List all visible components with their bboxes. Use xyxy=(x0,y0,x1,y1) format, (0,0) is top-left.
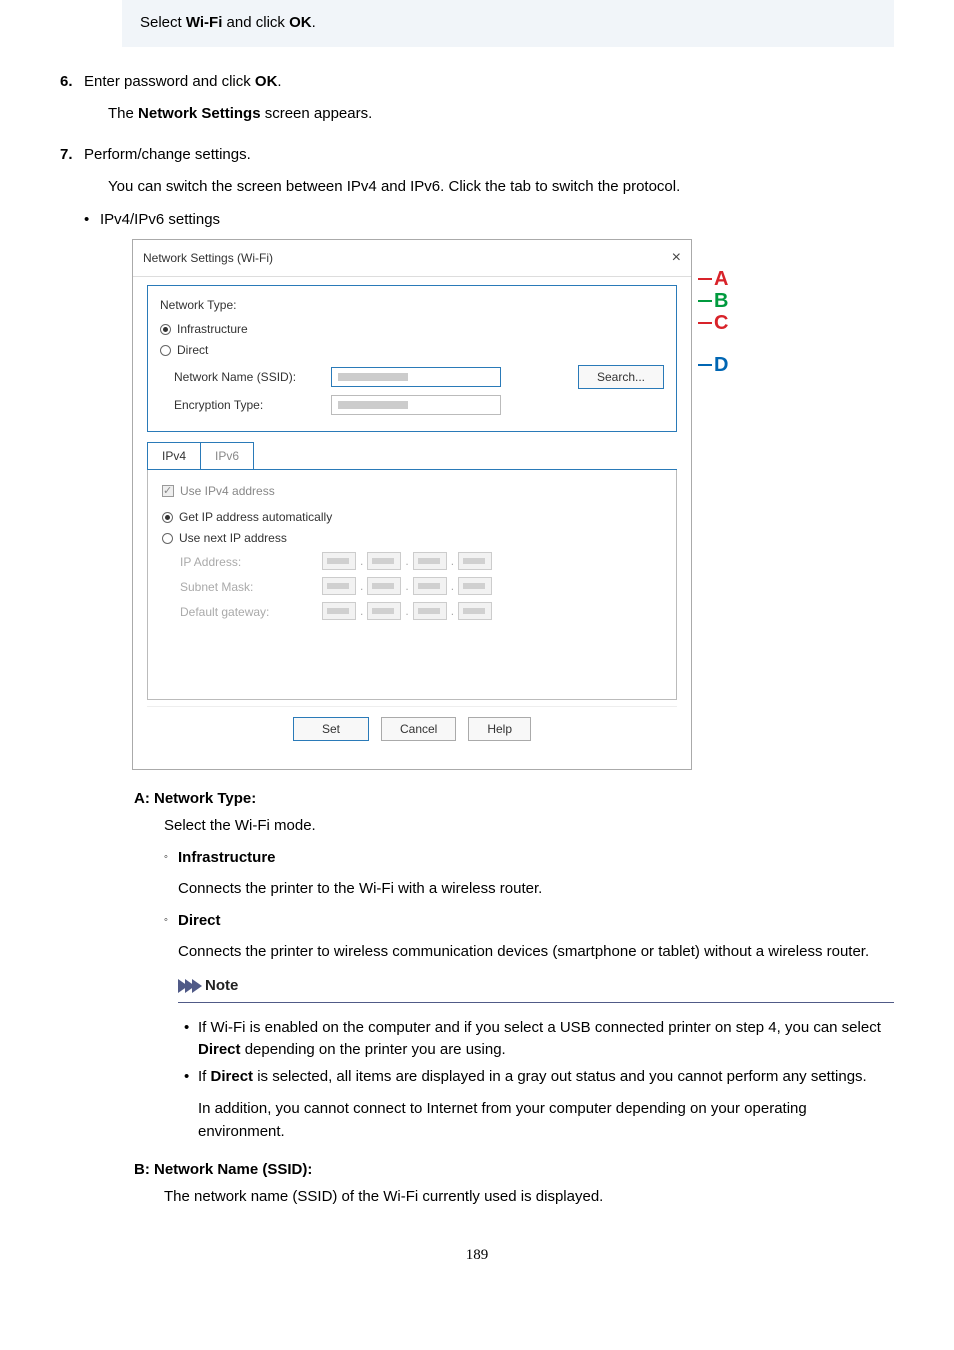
info-text: Select Wi-Fi and click OK. xyxy=(140,14,316,31)
tab-panel: Use IPv4 address Get IP address automati… xyxy=(147,470,677,700)
ip-address-label: IP Address: xyxy=(180,553,310,571)
step-7-title: Perform/change settings. xyxy=(84,144,894,167)
tab-ipv4[interactable]: IPv4 xyxy=(147,442,200,469)
dialog-footer: Set Cancel Help xyxy=(147,706,677,755)
use-ipv4-checkbox[interactable]: Use IPv4 address xyxy=(162,482,662,500)
direct-label: Direct xyxy=(178,910,221,933)
step-6-num: 6. xyxy=(60,71,84,136)
network-type-label: Network Type: xyxy=(160,296,664,314)
marker-a: A xyxy=(714,269,728,289)
desc-a-title: A: Network Type: xyxy=(134,788,894,811)
dialog-titlebar: Network Settings (Wi-Fi) × xyxy=(133,240,691,277)
bullet-dot-icon: • xyxy=(184,1017,198,1062)
checkbox-icon xyxy=(162,485,174,497)
step-6-body: The Network Settings screen appears. xyxy=(108,103,894,126)
network-type-fieldset: Network Type: Infrastructure Direct Netw… xyxy=(147,285,677,432)
radio-infra-label: Infrastructure xyxy=(177,320,248,338)
desc-b: B: Network Name (SSID): The network name… xyxy=(134,1159,894,1208)
step-6-title: Enter password and click OK. xyxy=(84,71,894,94)
ring-bullet-icon: ◦ xyxy=(164,910,178,933)
info-box: Select Wi-Fi and click OK. xyxy=(122,0,894,47)
radio-next-ip[interactable]: Use next IP address xyxy=(162,529,662,547)
radio-direct[interactable]: Direct xyxy=(160,341,664,359)
note-header-text: Note xyxy=(205,975,238,998)
callout-markers: A B C D xyxy=(698,239,728,375)
radio-auto-label: Get IP address automatically xyxy=(179,508,332,526)
gateway-label: Default gateway: xyxy=(180,603,310,621)
step-6: 6. Enter password and click OK. The Netw… xyxy=(60,71,894,136)
bullet-dot-icon: • xyxy=(84,209,100,232)
gateway-field: ... xyxy=(322,602,492,622)
use-ipv4-label: Use IPv4 address xyxy=(180,482,275,500)
desc-a-intro: Select the Wi-Fi mode. xyxy=(164,815,894,838)
direct-text: Connects the printer to wireless communi… xyxy=(178,941,894,964)
radio-auto-ip[interactable]: Get IP address automatically xyxy=(162,508,662,526)
network-settings-dialog: Network Settings (Wi-Fi) × Network Type:… xyxy=(132,239,692,770)
ip-address-field: ... xyxy=(322,552,492,572)
set-button[interactable]: Set xyxy=(293,717,369,741)
desc-b-text: The network name (SSID) of the Wi-Fi cur… xyxy=(164,1186,894,1209)
desc-b-title: B: Network Name (SSID): xyxy=(134,1159,894,1182)
bullet-dot-icon: • xyxy=(184,1066,198,1089)
radio-icon xyxy=(160,324,171,335)
dialog-screenshot: Network Settings (Wi-Fi) × Network Type:… xyxy=(132,239,894,770)
radio-icon xyxy=(160,345,171,356)
ssid-input[interactable] xyxy=(331,367,501,387)
step-7-intro: You can switch the screen between IPv4 a… xyxy=(108,176,894,199)
subnet-label: Subnet Mask: xyxy=(180,578,310,596)
close-icon[interactable]: × xyxy=(672,246,681,270)
cancel-button[interactable]: Cancel xyxy=(381,717,456,741)
note-box: Note • If Wi-Fi is enabled on the comput… xyxy=(178,975,894,1153)
infra-text: Connects the printer to the Wi-Fi with a… xyxy=(178,878,894,901)
radio-icon xyxy=(162,512,173,523)
protocol-tabs: IPv4 IPv6 xyxy=(147,442,677,470)
step-7: 7. Perform/change settings. You can swit… xyxy=(60,144,894,1215)
enc-input xyxy=(331,395,501,415)
chevron-icon xyxy=(178,979,199,993)
page-number: 189 xyxy=(60,1244,894,1267)
ring-bullet-icon: ◦ xyxy=(164,847,178,870)
marker-c: C xyxy=(714,313,728,333)
subnet-field: ... xyxy=(322,577,492,597)
step-7-bullet: • IPv4/IPv6 settings xyxy=(84,209,894,232)
enc-label: Encryption Type: xyxy=(174,396,319,414)
step-7-num: 7. xyxy=(60,144,84,1215)
infra-label: Infrastructure xyxy=(178,847,276,870)
step-7-bullet-label: IPv4/IPv6 settings xyxy=(100,209,220,232)
desc-a: A: Network Type: Select the Wi-Fi mode. … xyxy=(134,788,894,1153)
help-button[interactable]: Help xyxy=(468,717,531,741)
search-button[interactable]: Search... xyxy=(578,365,664,389)
radio-next-label: Use next IP address xyxy=(179,529,287,547)
dialog-title: Network Settings (Wi-Fi) xyxy=(143,249,273,267)
marker-b: B xyxy=(714,291,728,311)
ssid-label: Network Name (SSID): xyxy=(174,368,319,386)
radio-direct-label: Direct xyxy=(177,341,208,359)
note-1: If Wi-Fi is enabled on the computer and … xyxy=(198,1017,888,1062)
radio-icon xyxy=(162,533,173,544)
marker-d: D xyxy=(714,355,728,375)
tab-ipv6[interactable]: IPv6 xyxy=(200,442,254,469)
radio-infrastructure[interactable]: Infrastructure xyxy=(160,320,664,338)
note-2: If Direct is selected, all items are dis… xyxy=(198,1066,888,1089)
note-2b: In addition, you cannot connect to Inter… xyxy=(198,1098,888,1143)
